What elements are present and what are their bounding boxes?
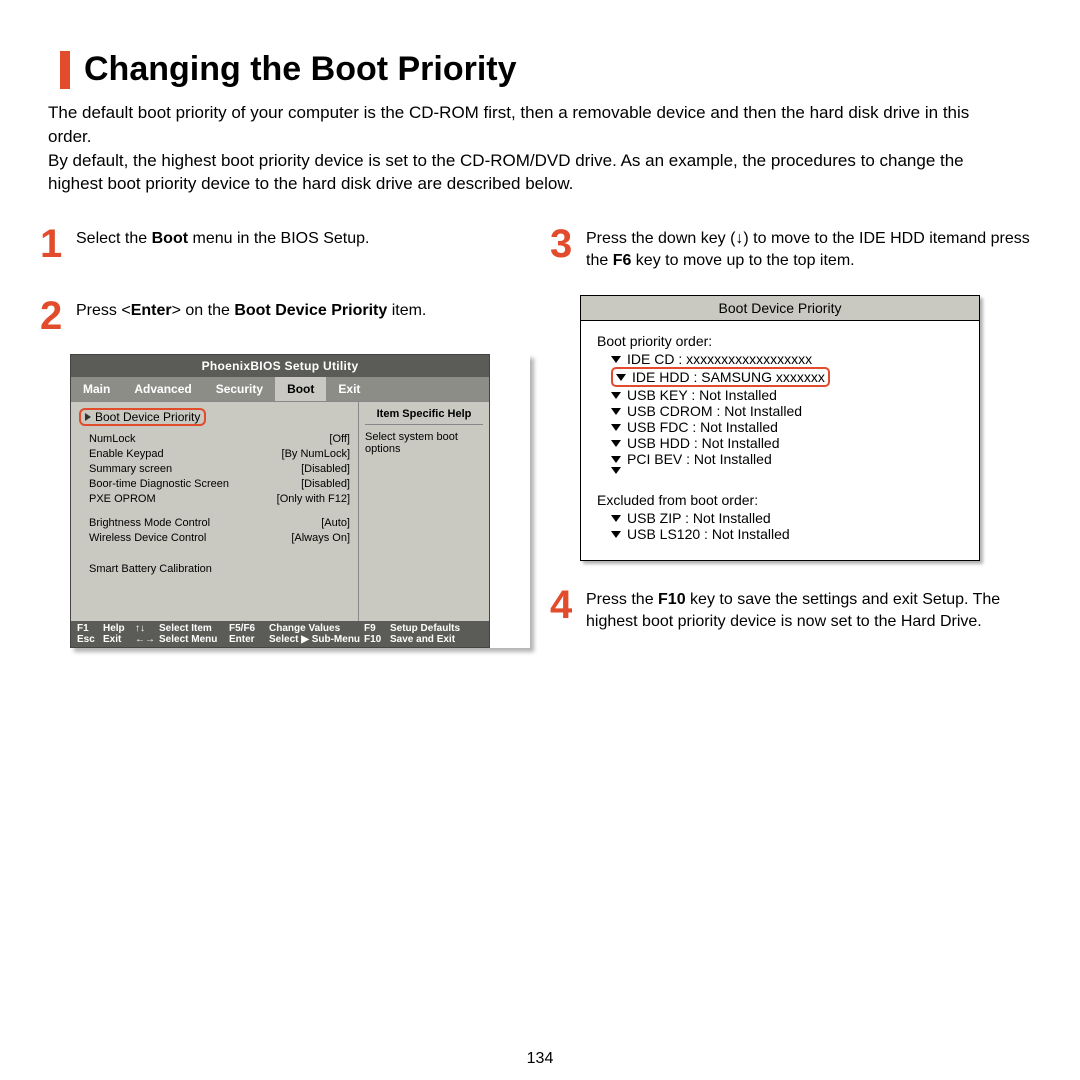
triangle-down-icon bbox=[611, 515, 621, 522]
step-text: Press the down key (↓) to move to the ID… bbox=[586, 226, 1040, 271]
boot-device-priority-panel: Boot Device Priority Boot priority order… bbox=[580, 295, 1040, 561]
step-text: Press the F10 key to save the settings a… bbox=[586, 587, 1040, 632]
bdp-title: Boot Device Priority bbox=[581, 296, 979, 321]
triangle-down-icon bbox=[611, 408, 621, 415]
bios-setting-row: Brightness Mode Control[Auto] bbox=[79, 516, 350, 531]
triangle-down-icon bbox=[611, 392, 621, 399]
bdp-priority-item: USB KEY : Not Installed bbox=[611, 387, 963, 403]
bios-tab: Security bbox=[204, 377, 275, 401]
bios-tab: Main bbox=[71, 377, 122, 401]
bios-footer: F1Help↑↓Select ItemF5/F6Change ValuesF9S… bbox=[71, 621, 489, 647]
page-title: Changing the Boot Priority bbox=[84, 50, 517, 89]
triangle-down-icon bbox=[611, 424, 621, 431]
triangle-down-icon bbox=[611, 356, 621, 363]
bdp-excluded-item: USB LS120 : Not Installed bbox=[611, 526, 963, 542]
bios-setting-row: Smart Battery Calibration bbox=[79, 562, 350, 577]
triangle-down-icon bbox=[611, 440, 621, 447]
bdp-priority-item bbox=[611, 467, 963, 474]
bios-setting-row: PXE OPROM[Only with F12] bbox=[79, 492, 350, 507]
bdp-priority-item: PCI BEV : Not Installed bbox=[611, 451, 963, 467]
bios-setting-row: Summary screen[Disabled] bbox=[79, 462, 350, 477]
bdp-priority-item: IDE CD : xxxxxxxxxxxxxxxxxx bbox=[611, 351, 963, 367]
step-number: 3 bbox=[550, 226, 578, 262]
bios-tab: Exit bbox=[326, 377, 372, 401]
bios-title: PhoenixBIOS Setup Utility bbox=[71, 355, 489, 377]
accent-bar bbox=[60, 51, 70, 89]
bdp-excluded-item: USB ZIP : Not Installed bbox=[611, 510, 963, 526]
item-specific-help-text: Select system boot options bbox=[365, 431, 483, 455]
bios-tab: Advanced bbox=[122, 377, 203, 401]
bios-setting-row: Enable Keypad[By NumLock] bbox=[79, 447, 350, 462]
bios-screenshot: PhoenixBIOS Setup Utility MainAdvancedSe… bbox=[70, 354, 530, 648]
boot-device-priority-item: Boot Device Priority bbox=[79, 408, 206, 426]
triangle-down-icon bbox=[611, 456, 621, 463]
intro-paragraph: The default boot priority of your comput… bbox=[48, 101, 1008, 196]
step-number: 1 bbox=[40, 226, 68, 262]
bdp-label-priority: Boot priority order: bbox=[597, 333, 963, 349]
bdp-label-excluded: Excluded from boot order: bbox=[597, 492, 963, 508]
bdp-priority-item: USB HDD : Not Installed bbox=[611, 435, 963, 451]
bios-tab: Boot bbox=[275, 377, 326, 401]
bdp-priority-item: IDE HDD : SAMSUNG xxxxxxx bbox=[611, 367, 963, 387]
triangle-right-icon bbox=[85, 413, 91, 421]
bdp-priority-item: USB FDC : Not Installed bbox=[611, 419, 963, 435]
step-text: Select the Boot menu in the BIOS Setup. bbox=[76, 226, 369, 250]
triangle-down-icon bbox=[611, 467, 621, 474]
triangle-down-icon bbox=[616, 374, 626, 381]
step-text: Press <Enter> on the Boot Device Priorit… bbox=[76, 298, 426, 322]
item-specific-help-title: Item Specific Help bbox=[365, 408, 483, 425]
step-number: 4 bbox=[550, 587, 578, 623]
triangle-down-icon bbox=[611, 531, 621, 538]
bios-setting-row: Wireless Device Control[Always On] bbox=[79, 531, 350, 546]
step-number: 2 bbox=[40, 298, 68, 334]
bios-setting-row: NumLock[Off] bbox=[79, 432, 350, 447]
bios-setting-row: Boor-time Diagnostic Screen[Disabled] bbox=[79, 477, 350, 492]
bios-tabs: MainAdvancedSecurityBootExit bbox=[71, 377, 489, 401]
bdp-priority-item: USB CDROM : Not Installed bbox=[611, 403, 963, 419]
page-number: 134 bbox=[527, 1050, 554, 1068]
